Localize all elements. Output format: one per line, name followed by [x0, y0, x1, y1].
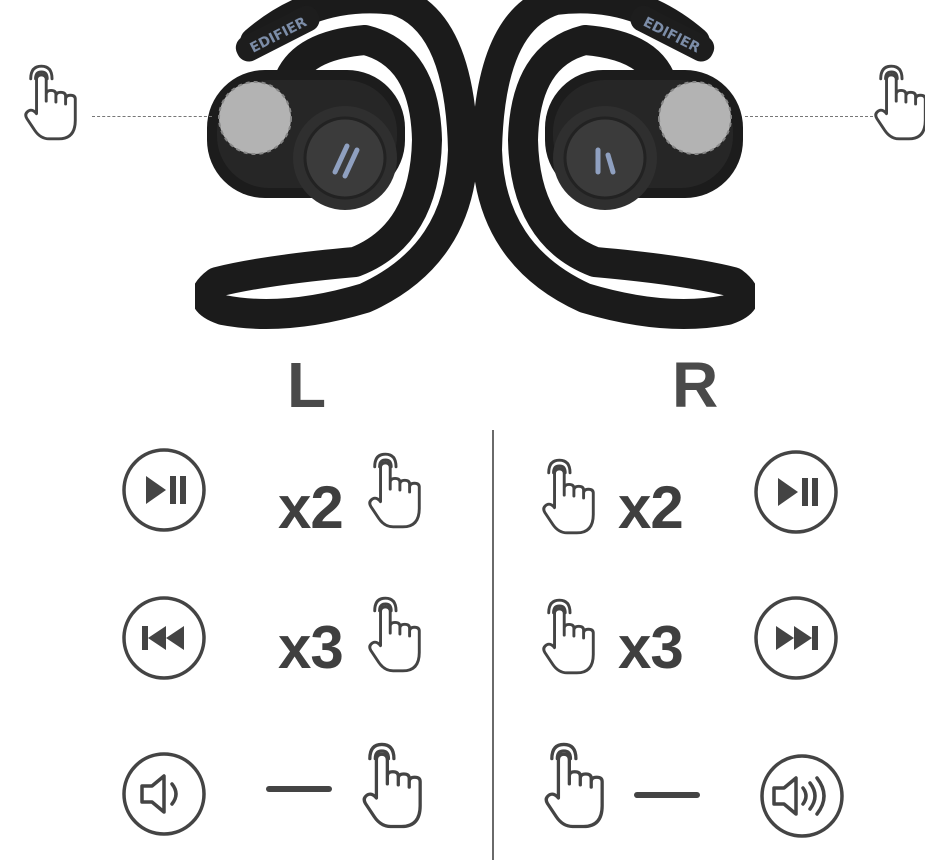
left-hold-bar: [266, 786, 332, 792]
play-pause-icon-left: [122, 448, 206, 532]
tap-hand-icon: [540, 596, 602, 678]
left-side-label: L: [287, 349, 327, 421]
center-divider: [492, 430, 494, 860]
right-leader-line: [745, 116, 873, 117]
previous-track-icon: [122, 596, 206, 680]
tap-hand-icon: [540, 456, 602, 538]
right-side-label: R: [672, 349, 719, 421]
left-touch-zone[interactable]: [218, 81, 292, 155]
left-earbud: EDIFIER: [195, 0, 475, 330]
volume-down-icon: [122, 752, 206, 836]
play-pause-icon-right: [754, 450, 838, 534]
tap-hand-icon: [366, 594, 428, 676]
left-tap-count-triple: x3: [278, 614, 344, 681]
tap-hand-icon: [360, 740, 430, 832]
tap-hand-icon: [366, 450, 428, 532]
tap-hand-icon-top-left: [22, 62, 84, 144]
right-hold-bar: [634, 792, 700, 798]
right-tap-count-triple: x3: [618, 614, 684, 681]
tap-hand-icon-top-right: [872, 62, 925, 144]
right-earbud: EDIFIER: [475, 0, 755, 330]
volume-up-icon: [760, 754, 844, 838]
tap-hand-icon: [542, 740, 612, 832]
right-tap-count-double: x2: [618, 474, 684, 541]
next-track-icon: [754, 596, 838, 680]
left-tap-count-double: x2: [278, 474, 344, 541]
left-leader-line: [92, 116, 212, 117]
